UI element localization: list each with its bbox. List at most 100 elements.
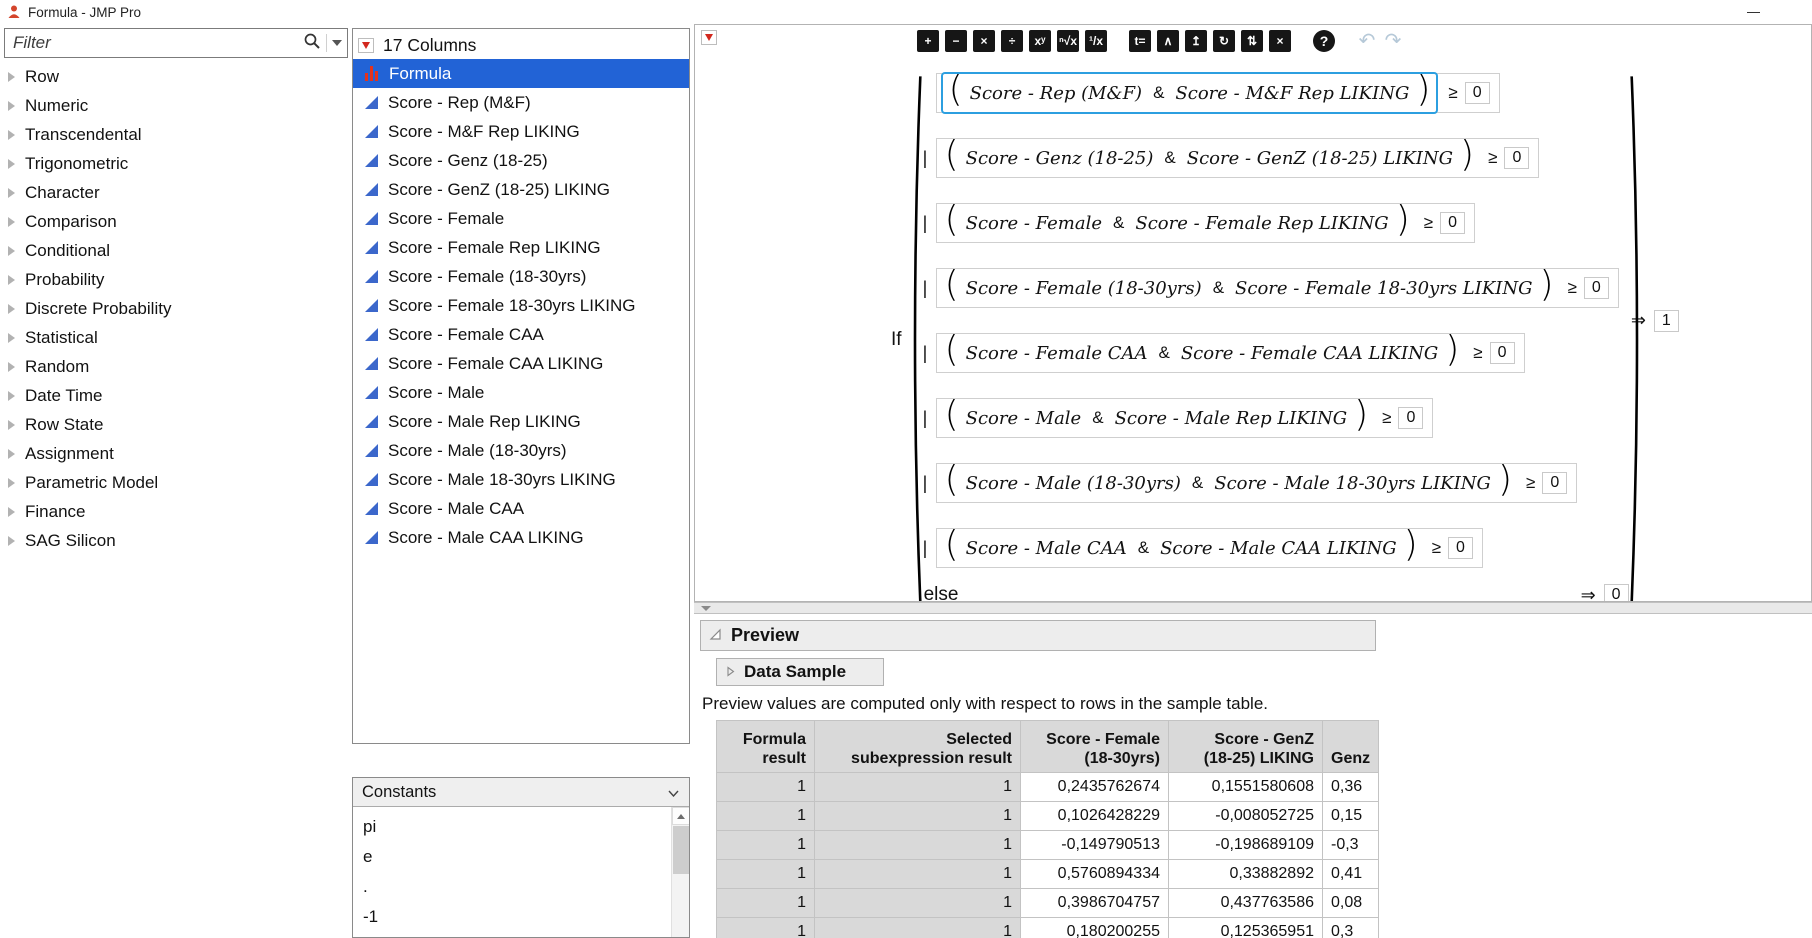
column-item-score-female[interactable]: Score - Female bbox=[353, 204, 689, 233]
column-item-score-m-f-rep-liking[interactable]: Score - M&F Rep LIKING bbox=[353, 117, 689, 146]
and-operator[interactable]: & bbox=[1138, 538, 1149, 558]
cell[interactable]: 0,2435762674 bbox=[1021, 773, 1169, 802]
column-item-score-male-18-30yrs-liking[interactable]: Score - Male 18-30yrs LIKING bbox=[353, 465, 689, 494]
column-reference[interactable]: Score - Female bbox=[966, 213, 1102, 234]
if-keyword[interactable]: If bbox=[891, 329, 902, 351]
column-item-score-male-caa-liking[interactable]: Score - Male CAA LIKING bbox=[353, 523, 689, 552]
function-category-date-time[interactable]: Date Time bbox=[0, 381, 352, 410]
column-header[interactable]: Genz bbox=[1323, 721, 1379, 773]
comparison-operator[interactable]: ≥ bbox=[1382, 408, 1391, 428]
comparison-expression[interactable]: (Score - Male (18-30yrs)&Score - Male 18… bbox=[936, 463, 1578, 503]
cell[interactable]: 1 bbox=[717, 802, 815, 831]
function-category-transcendental[interactable]: Transcendental bbox=[0, 120, 352, 149]
cell[interactable]: 1 bbox=[815, 831, 1021, 860]
cell[interactable]: 0,437763586 bbox=[1169, 889, 1323, 918]
column-reference[interactable]: Score - GenZ (18-25) LIKING bbox=[1187, 148, 1453, 169]
constant-value[interactable]: 0 bbox=[1584, 277, 1609, 299]
disclosure-closed-icon[interactable] bbox=[725, 662, 736, 682]
cell[interactable]: 1 bbox=[815, 889, 1021, 918]
constant-item-pi[interactable]: pi bbox=[353, 812, 671, 842]
and-operator[interactable]: & bbox=[1113, 213, 1124, 233]
splitter[interactable] bbox=[694, 602, 1812, 614]
comparison-expression[interactable]: (Score - Female&Score - Female Rep LIKIN… bbox=[936, 203, 1475, 243]
cell[interactable]: 0,41 bbox=[1323, 860, 1379, 889]
function-category-probability[interactable]: Probability bbox=[0, 265, 352, 294]
comparison-operator[interactable]: ≥ bbox=[1448, 83, 1457, 103]
cell[interactable]: 0,125365951 bbox=[1169, 918, 1323, 938]
root-button[interactable]: ⁿ√x bbox=[1057, 30, 1079, 52]
else-value[interactable]: 0 bbox=[1604, 584, 1629, 601]
else-keyword[interactable]: else bbox=[924, 584, 959, 601]
column-reference[interactable]: Score - Rep (M&F) bbox=[970, 83, 1142, 104]
filter-input[interactable] bbox=[5, 33, 303, 53]
column-header[interactable]: Score - GenZ(18-25) LIKING bbox=[1169, 721, 1323, 773]
cell[interactable]: 1 bbox=[717, 773, 815, 802]
comparison-expression[interactable]: (Score - Rep (M&F)&Score - M&F Rep LIKIN… bbox=[936, 73, 1500, 113]
multiply-button[interactable]: × bbox=[973, 30, 995, 52]
cell[interactable]: 0,3 bbox=[1323, 918, 1379, 938]
filter-dropdown-icon[interactable] bbox=[332, 40, 342, 46]
and-group[interactable]: (Score - Genz (18-25)&Score - GenZ (18-2… bbox=[941, 139, 1479, 177]
cell[interactable]: -0,3 bbox=[1323, 831, 1379, 860]
function-category-numeric[interactable]: Numeric bbox=[0, 91, 352, 120]
column-item-score-male[interactable]: Score - Male bbox=[353, 378, 689, 407]
red-triangle-menu-icon[interactable] bbox=[701, 30, 717, 45]
redo-button[interactable]: ↷ bbox=[1383, 30, 1403, 52]
column-reference[interactable]: Score - Genz (18-25) bbox=[966, 148, 1154, 169]
column-header[interactable]: Selectedsubexpression result bbox=[815, 721, 1021, 773]
column-header[interactable]: Formularesult bbox=[717, 721, 815, 773]
collapse-handle-icon[interactable] bbox=[701, 606, 711, 611]
and-operator[interactable]: & bbox=[1213, 278, 1224, 298]
column-reference[interactable]: Score - Male CAA LIKING bbox=[1160, 538, 1397, 559]
comparison-operator[interactable]: ≥ bbox=[1432, 538, 1441, 558]
cell[interactable]: 1 bbox=[815, 860, 1021, 889]
function-category-conditional[interactable]: Conditional bbox=[0, 236, 352, 265]
comparison-operator[interactable]: ≥ bbox=[1473, 343, 1482, 363]
scrollbar-thumb[interactable] bbox=[673, 826, 689, 874]
preview-header[interactable]: Preview bbox=[700, 620, 1376, 651]
and-operator[interactable]: & bbox=[1192, 473, 1203, 493]
comparison-expression[interactable]: (Score - Male CAA&Score - Male CAA LIKIN… bbox=[936, 528, 1483, 568]
column-reference[interactable]: Score - Male 18-30yrs LIKING bbox=[1214, 473, 1491, 494]
column-reference[interactable]: Score - M&F Rep LIKING bbox=[1175, 83, 1409, 104]
raise-button[interactable]: ∧ bbox=[1157, 30, 1179, 52]
and-group[interactable]: (Score - Male CAA&Score - Male CAA LIKIN… bbox=[941, 529, 1422, 567]
column-reference[interactable]: Score - Female CAA bbox=[966, 343, 1148, 364]
column-item-score-male-18-30yrs[interactable]: Score - Male (18-30yrs) bbox=[353, 436, 689, 465]
column-reference[interactable]: Score - Female (18-30yrs) bbox=[966, 278, 1202, 299]
search-icon[interactable] bbox=[303, 32, 321, 55]
and-group[interactable]: (Score - Female&Score - Female Rep LIKIN… bbox=[941, 204, 1414, 242]
reciprocal-button[interactable]: ¹/x bbox=[1085, 30, 1107, 52]
comparison-operator[interactable]: ≥ bbox=[1526, 473, 1535, 493]
peel-button[interactable]: ↥ bbox=[1185, 30, 1207, 52]
function-category-trigonometric[interactable]: Trigonometric bbox=[0, 149, 352, 178]
column-item-formula[interactable]: Formula bbox=[353, 59, 689, 88]
comparison-expression[interactable]: (Score - Genz (18-25)&Score - GenZ (18-2… bbox=[936, 138, 1540, 178]
cell[interactable]: 1 bbox=[815, 773, 1021, 802]
constant-value[interactable]: 0 bbox=[1440, 212, 1465, 234]
minimize-button[interactable] bbox=[1740, 3, 1766, 21]
constants-scrollbar[interactable] bbox=[671, 807, 689, 937]
cell[interactable]: 1 bbox=[717, 860, 815, 889]
comparison-expression[interactable]: (Score - Female (18-30yrs)&Score - Femal… bbox=[936, 268, 1619, 308]
column-reference[interactable]: Score - Female 18-30yrs LIKING bbox=[1235, 278, 1533, 299]
constant-value[interactable]: 0 bbox=[1504, 147, 1529, 169]
cell[interactable]: -0,198689109 bbox=[1169, 831, 1323, 860]
column-item-score-female-rep-liking[interactable]: Score - Female Rep LIKING bbox=[353, 233, 689, 262]
delete-button[interactable]: × bbox=[1269, 30, 1291, 52]
column-item-score-female-18-30yrs[interactable]: Score - Female (18-30yrs) bbox=[353, 262, 689, 291]
constant-item-dot[interactable]: . bbox=[353, 872, 671, 902]
cell[interactable]: 1 bbox=[717, 918, 815, 938]
scroll-up-button[interactable] bbox=[672, 807, 690, 825]
comparison-operator[interactable]: ≥ bbox=[1568, 278, 1577, 298]
and-group[interactable]: (Score - Female CAA&Score - Female CAA L… bbox=[941, 334, 1464, 372]
formula-canvas[interactable]: If (Score - Rep (M&F)&Score - M&F Rep LI… bbox=[695, 61, 1811, 601]
column-reference[interactable]: Score - Female CAA LIKING bbox=[1181, 343, 1438, 364]
cell[interactable]: 0,36 bbox=[1323, 773, 1379, 802]
constant-value[interactable]: 0 bbox=[1448, 537, 1473, 559]
and-group[interactable]: (Score - Female (18-30yrs)&Score - Femal… bbox=[941, 269, 1558, 307]
and-operator[interactable]: & bbox=[1153, 83, 1164, 103]
data-sample-header[interactable]: Data Sample bbox=[716, 658, 884, 686]
and-group[interactable]: (Score - Male (18-30yrs)&Score - Male 18… bbox=[941, 464, 1516, 502]
comparison-operator[interactable]: ≥ bbox=[1424, 213, 1433, 233]
